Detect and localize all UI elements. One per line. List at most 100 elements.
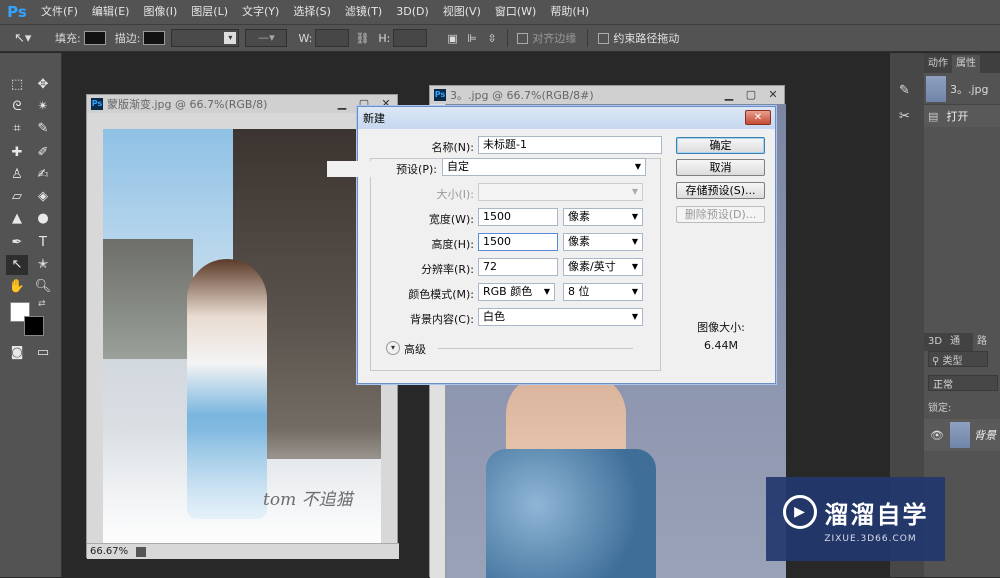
menu-layer[interactable]: 图层(L): [184, 0, 235, 24]
magic-wand-icon[interactable]: ✴: [32, 97, 54, 117]
history-brush-icon[interactable]: ✍: [32, 165, 54, 185]
stroke-width-dropdown[interactable]: ▾: [171, 29, 240, 47]
h-input[interactable]: [393, 29, 428, 47]
status-menu-icon[interactable]: [136, 546, 147, 557]
play-logo-icon: ▶: [782, 495, 817, 529]
color-mode-select[interactable]: RGB 颜色 ▼: [478, 283, 555, 301]
close-icon[interactable]: ✕: [762, 88, 784, 102]
width-input[interactable]: 1500: [478, 208, 558, 226]
advanced-expand-icon[interactable]: ▾: [386, 341, 400, 355]
path-select-tool-icon[interactable]: ↖▾: [14, 31, 40, 46]
menu-image[interactable]: 图像(I): [136, 0, 184, 24]
visibility-eye-icon[interactable]: 👁︎: [930, 429, 944, 442]
zoom-level[interactable]: 66.67%: [87, 546, 128, 557]
height-input[interactable]: 1500: [478, 233, 558, 251]
brush-tool-icon[interactable]: ✐: [32, 143, 54, 163]
align-edges-checkbox[interactable]: [517, 32, 529, 44]
path-arrange-icon[interactable]: ⇳: [487, 32, 507, 45]
move-tool-icon[interactable]: ✥: [32, 75, 54, 95]
layer-kind-filter[interactable]: ⚲ 类型: [928, 351, 988, 367]
bit-depth-select[interactable]: 8 位 ▼: [563, 283, 643, 301]
quick-mask-icon[interactable]: ◙: [6, 343, 28, 363]
bit-depth-value: 8 位: [568, 285, 590, 298]
preset-value: 自定: [447, 160, 469, 173]
stroke-type-dropdown[interactable]: —▾: [245, 29, 288, 47]
path-operations-icon[interactable]: ▣: [447, 32, 467, 45]
paint-bucket-icon[interactable]: ◈: [32, 187, 54, 207]
swap-colors-icon[interactable]: ⇄: [38, 299, 46, 309]
advanced-label[interactable]: 高级: [404, 341, 426, 357]
menu-select[interactable]: 选择(S): [286, 0, 338, 24]
height-unit-select[interactable]: 像素 ▼: [563, 233, 643, 251]
maximize-icon[interactable]: ▢: [740, 88, 762, 102]
save-preset-button[interactable]: 存储预设(S)...: [676, 182, 765, 199]
healing-brush-icon[interactable]: ✚: [6, 143, 28, 163]
path-selection-tool-icon[interactable]: ↖: [6, 255, 28, 275]
pen-tool-icon[interactable]: ✒: [6, 233, 28, 253]
custom-shape-icon[interactable]: ✭: [32, 255, 54, 275]
align-edges-label: 对齐边缘: [532, 32, 577, 45]
menu-type[interactable]: 文字(Y): [235, 0, 286, 24]
blend-mode-select[interactable]: 正常: [928, 375, 998, 391]
stroke-swatch[interactable]: [143, 31, 166, 45]
eraser-icon[interactable]: ▱: [6, 187, 28, 207]
screen-mode-icon[interactable]: ▭: [32, 343, 54, 363]
name-input[interactable]: 未标题-1: [478, 136, 662, 154]
ok-button[interactable]: 确定: [676, 137, 765, 154]
zoom-tool-icon[interactable]: 🔍︎: [32, 277, 54, 297]
minimize-icon[interactable]: ▁: [331, 97, 353, 111]
type-tool-icon[interactable]: T: [32, 233, 54, 253]
document-2-title: 3。.jpg @ 66.7%(RGB/8#): [450, 89, 594, 102]
dialog-close-button[interactable]: ✕: [745, 110, 771, 125]
dodge-tool-icon[interactable]: ●: [32, 209, 54, 229]
resolution-unit-select[interactable]: 像素/英寸 ▼: [563, 258, 643, 276]
stroke-label: 描边:: [114, 32, 141, 45]
tab-properties[interactable]: 属性: [952, 55, 980, 73]
blue-skirt-photo: [486, 449, 656, 578]
lasso-tool-icon[interactable]: ᘓ: [6, 97, 28, 117]
menu-bar: Ps 文件(F) 编辑(E) 图像(I) 图层(L) 文字(Y) 选择(S) 滤…: [0, 0, 1000, 24]
document-1-titlebar[interactable]: Ps 蒙版渐变.jpg @ 66.7%(RGB/8) ▁ ▢ ✕: [87, 95, 397, 113]
image-size-value: 6.44M: [704, 339, 738, 352]
eyedropper-icon[interactable]: ✎: [32, 119, 54, 139]
path-alignment-icon[interactable]: ⊫: [467, 32, 487, 45]
dialog-titlebar[interactable]: 新建: [358, 107, 775, 129]
menu-view[interactable]: 视图(V): [436, 0, 488, 24]
history-open-row[interactable]: ▤ 打开: [924, 105, 1000, 127]
snapshot-thumbnail: [926, 75, 946, 102]
tab-3d[interactable]: 3D: [924, 333, 947, 351]
brush-panel-icon[interactable]: ✎: [899, 83, 910, 98]
resolution-input[interactable]: 72: [478, 258, 558, 276]
menu-window[interactable]: 窗口(W): [488, 0, 543, 24]
crop-tool-icon[interactable]: ⌗: [6, 119, 28, 139]
hand-tool-icon[interactable]: ✋: [6, 277, 28, 297]
fill-swatch[interactable]: [83, 31, 106, 45]
menu-edit[interactable]: 编辑(E): [85, 0, 137, 24]
w-input[interactable]: [315, 29, 350, 47]
blur-tool-icon[interactable]: ▲: [6, 209, 28, 229]
menu-help[interactable]: 帮助(H): [543, 0, 596, 24]
menu-filter[interactable]: 滤镜(T): [338, 0, 389, 24]
menu-file[interactable]: 文件(F): [34, 0, 85, 24]
menu-3d[interactable]: 3D(D): [389, 0, 436, 24]
marquee-tool-icon[interactable]: ⬚: [6, 75, 28, 95]
fill-label: 填充:: [55, 32, 81, 45]
background-contents-select[interactable]: 白色 ▼: [478, 308, 643, 326]
tab-paths[interactable]: 路径: [973, 333, 1000, 365]
tab-channels[interactable]: 通道: [946, 333, 974, 365]
clone-stamp-icon[interactable]: ♙: [6, 165, 28, 185]
tools-preset-icon[interactable]: ✂: [899, 109, 910, 124]
minimize-icon[interactable]: ▁: [718, 88, 740, 102]
width-unit-select[interactable]: 像素 ▼: [563, 208, 643, 226]
layer-row-background[interactable]: 👁︎ 背景: [924, 419, 1000, 451]
tab-actions[interactable]: 动作: [924, 55, 952, 73]
document-2-titlebar[interactable]: Ps 3。.jpg @ 66.7%(RGB/8#) ▁ ▢ ✕: [430, 86, 784, 104]
background-contents-label: 背景内容(C):: [410, 313, 474, 326]
document-1-canvas[interactable]: tom 不追猫: [103, 129, 381, 543]
cancel-button[interactable]: 取消: [676, 159, 765, 176]
history-snapshot[interactable]: 3。.jpg: [924, 73, 1000, 105]
preset-select[interactable]: 自定 ▼: [442, 158, 646, 176]
constrain-path-checkbox[interactable]: [598, 32, 610, 44]
link-icon[interactable]: ⛓: [355, 32, 369, 45]
background-color-swatch[interactable]: [24, 316, 44, 336]
